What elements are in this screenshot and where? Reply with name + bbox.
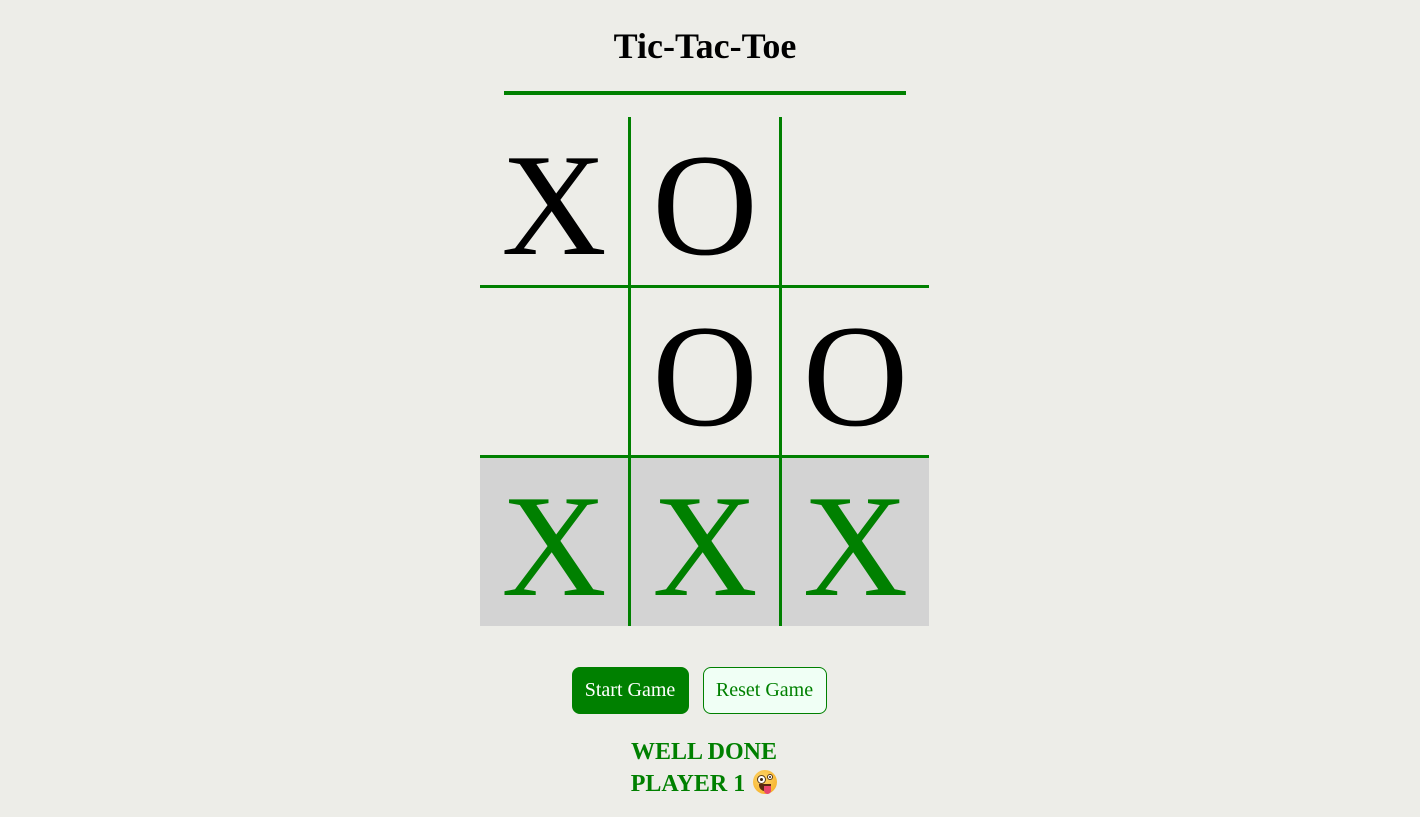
reset-game-button[interactable]: Reset Game	[702, 667, 827, 714]
cell-mark: X	[802, 465, 909, 627]
cell-mark: O	[802, 294, 909, 457]
title-divider	[504, 91, 906, 95]
cell-mark: X	[501, 124, 607, 286]
grid-line-vertical	[779, 117, 782, 626]
grid-line-vertical	[628, 117, 631, 626]
start-game-button[interactable]: Start Game	[571, 667, 689, 714]
cell-mark: O	[652, 124, 758, 286]
result-line-1: WELL DONE	[630, 739, 778, 765]
game-controls: Start Game Reset Game	[0, 667, 1398, 714]
board-cell-7[interactable]: X	[480, 458, 628, 626]
cell-mark: X	[652, 465, 758, 627]
page-title: Tic-Tac-Toe	[613, 26, 797, 66]
board-cell-5[interactable]: O	[631, 288, 779, 455]
grid-line-horizontal	[480, 455, 929, 458]
board-cell-3[interactable]	[782, 117, 929, 285]
result-line-2: PLAYER 1	[0, 768, 1408, 800]
board-cell-4[interactable]	[480, 288, 628, 455]
result-message: WELL DONE PLAYER 1	[0, 736, 1408, 800]
cell-mark: O	[652, 294, 758, 457]
board-cell-6[interactable]: O	[782, 288, 929, 455]
board-cell-8[interactable]: X	[631, 458, 779, 626]
cell-mark: X	[501, 465, 607, 627]
zany-face-icon	[753, 770, 778, 794]
grid-line-horizontal	[480, 285, 929, 288]
board-cell-2[interactable]: O	[631, 117, 779, 285]
board-cell-1[interactable]: X	[480, 117, 628, 285]
winner-label: PLAYER 1	[630, 771, 746, 797]
game-board: X O O O X X X	[480, 117, 929, 626]
game-page: Tic-Tac-Toe X O O O X X X Start Game Res…	[0, 0, 1420, 817]
board-cell-9[interactable]: X	[782, 458, 929, 626]
